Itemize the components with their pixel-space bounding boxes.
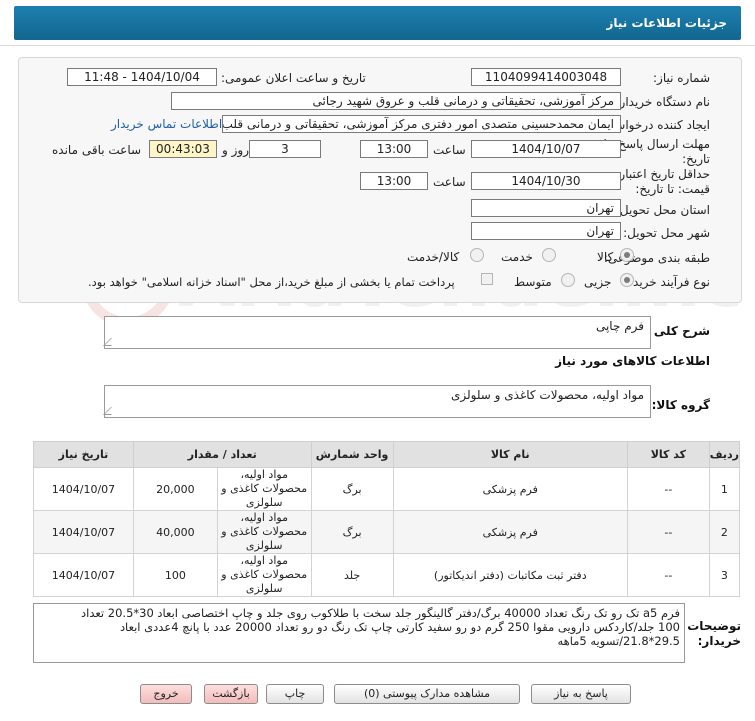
process-radio-medium[interactable] xyxy=(561,273,575,287)
buyer-notes-line-3: 29.5*21.8/تسویه 5ماهه xyxy=(557,634,681,648)
remaining-time-label: ساعت باقی مانده xyxy=(52,143,142,157)
reply-button[interactable]: پاسخ به نیاز xyxy=(531,684,631,704)
category-radio-goods-service[interactable] xyxy=(470,248,484,262)
category-option-service: خدمت xyxy=(501,250,533,264)
deadline-time-field: 13:00 xyxy=(360,140,428,158)
validity-time-label: ساعت xyxy=(433,175,466,189)
process-radio-minor[interactable] xyxy=(620,273,634,287)
city-label: شهر محل تحویل: xyxy=(623,226,710,240)
process-option-minor: جزیی xyxy=(584,275,612,289)
cell-name: فرم پزشکی xyxy=(392,467,628,511)
announce-label: تاریخ و ساعت اعلان عمومی: xyxy=(221,71,366,85)
goods-group-value: مواد اولیه، محصولات کاغذی و سلولزی xyxy=(450,388,644,402)
province-label: استان محل تحویل: xyxy=(615,203,710,217)
validity-time-field: 13:00 xyxy=(360,172,428,190)
category-option-goods-service: کالا/خدمت xyxy=(407,250,460,264)
deadline-time-label: ساعت xyxy=(433,143,466,157)
cell-code: -- xyxy=(626,467,710,511)
cell-unit: برگ xyxy=(310,467,394,511)
process-option-medium: متوسط xyxy=(514,275,552,289)
buyer-org-field: مرکز آموزشی، تحقیقاتی و درمانی قلب و عرو… xyxy=(171,92,621,110)
announce-field: 1404/10/04 - 11:48 xyxy=(67,68,217,86)
cell-date: 1404/10/07 xyxy=(33,553,134,597)
cell-name: فرم پزشکی xyxy=(392,510,628,554)
need-number-label: شماره نیاز: xyxy=(653,71,710,85)
cell-note: مواد اولیه، محصولات کاغذی و سلولزی xyxy=(216,553,312,597)
items-table: ردیف کد کالا نام کالا واحد شمارش تعداد /… xyxy=(33,441,741,597)
page-title: جزئیات اطلاعات نیاز xyxy=(14,6,741,40)
buyer-notes-label-1: توضیحات xyxy=(687,619,741,633)
treasury-payment-checkbox[interactable] xyxy=(481,273,493,285)
col-header-unit: واحد شمارش xyxy=(310,441,394,468)
cell-unit: برگ xyxy=(310,510,394,554)
table-header-row: ردیف کد کالا نام کالا واحد شمارش تعداد /… xyxy=(33,441,741,468)
city-field: تهران xyxy=(471,222,621,240)
deadline-date-field: 1404/10/07 xyxy=(471,140,621,158)
validity-label-1: حداقل تاریخ اعتبار xyxy=(619,167,710,181)
summary-value: فرم چاپی xyxy=(595,319,644,333)
cell-qty: 40,000 xyxy=(132,510,218,554)
table-row[interactable]: 2 -- فرم پزشکی برگ مواد اولیه، محصولات ک… xyxy=(33,510,741,554)
print-button[interactable]: چاپ xyxy=(266,684,324,704)
process-label: نوع فرآیند خرید : xyxy=(625,275,710,289)
category-radio-service[interactable] xyxy=(542,248,556,262)
goods-info-title: اطلاعات کالاهای مورد نیاز xyxy=(555,354,710,368)
back-button[interactable]: بازگشت xyxy=(204,684,258,704)
validity-label-2: قیمت: تا تاریخ: xyxy=(635,182,710,196)
cell-note: مواد اولیه، محصولات کاغذی و سلولزی xyxy=(216,510,312,554)
cell-row: 3 xyxy=(708,553,741,597)
requester-field: ایمان محمدحسینی متصدی امور دفتری مرکز آم… xyxy=(222,115,621,133)
cell-row: 1 xyxy=(708,467,741,511)
exit-button[interactable]: خروج xyxy=(140,684,192,704)
validity-date-field: 1404/10/30 xyxy=(471,172,621,190)
cell-code: -- xyxy=(626,553,710,597)
days-label: روز و xyxy=(222,143,249,157)
buyer-notes-label-2: خریدار: xyxy=(697,634,741,648)
buyer-notes-line-1: فرم a5 تک رو تک رنگ تعداد 40000 برگ/دفتر… xyxy=(81,606,680,620)
days-field: 3 xyxy=(249,140,321,158)
category-radio-goods[interactable] xyxy=(620,248,634,262)
goods-group-field: مواد اولیه، محصولات کاغذی و سلولزی xyxy=(103,385,651,418)
attachments-button[interactable]: مشاهده مدارک پیوستی (0) xyxy=(334,684,520,704)
col-header-name: نام کالا xyxy=(392,441,628,468)
col-header-date: تاریخ نیاز xyxy=(33,441,134,468)
resize-handle[interactable] xyxy=(103,407,119,415)
cell-date: 1404/10/07 xyxy=(33,467,134,511)
col-header-code: کد کالا xyxy=(626,441,710,468)
goods-group-label: گروه کالا: xyxy=(651,398,710,412)
cell-qty: 100 xyxy=(132,553,218,597)
remaining-time-field: 00:43:03 xyxy=(149,140,217,158)
cell-row: 2 xyxy=(708,510,741,554)
resize-handle[interactable] xyxy=(103,338,119,346)
treasury-payment-note: پرداخت تمام یا بخشی از مبلغ خرید،از محل … xyxy=(88,275,455,289)
cell-qty: 20,000 xyxy=(132,467,218,511)
buyer-notes-field: فرم a5 تک رو تک رنگ تعداد 40000 برگ/دفتر… xyxy=(33,603,685,663)
need-number-field: 1104099414003048 xyxy=(471,68,621,86)
contact-info-link[interactable]: اطلاعات تماس خریدار xyxy=(111,117,222,131)
cell-date: 1404/10/07 xyxy=(33,510,134,554)
buyer-org-label: نام دستگاه خریدار: xyxy=(615,95,711,109)
header-bar: جزئیات اطلاعات نیاز xyxy=(0,0,755,46)
col-header-row: ردیف xyxy=(708,441,741,468)
category-option-goods: کالا xyxy=(597,250,614,264)
province-field: تهران xyxy=(471,199,621,217)
cell-code: -- xyxy=(626,510,710,554)
col-header-qty: تعداد / مقدار xyxy=(132,441,312,468)
deadline-label-2: تاریخ: xyxy=(682,152,710,166)
cell-unit: جلد xyxy=(310,553,394,597)
table-row[interactable]: 1 -- فرم پزشکی برگ مواد اولیه، محصولات ک… xyxy=(33,467,741,511)
cell-note: مواد اولیه، محصولات کاغذی و سلولزی xyxy=(216,467,312,511)
buyer-notes-line-2: 100 جلد/کاردکس دارویی مقوا 250 گرم دو رو… xyxy=(119,620,680,634)
table-row[interactable]: 3 -- دفتر ثبت مکاتبات (دفتر اندیکاتور) ج… xyxy=(33,553,741,597)
cell-name: دفتر ثبت مکاتبات (دفتر اندیکاتور) xyxy=(392,553,628,597)
summary-field: فرم چاپی xyxy=(103,316,651,349)
